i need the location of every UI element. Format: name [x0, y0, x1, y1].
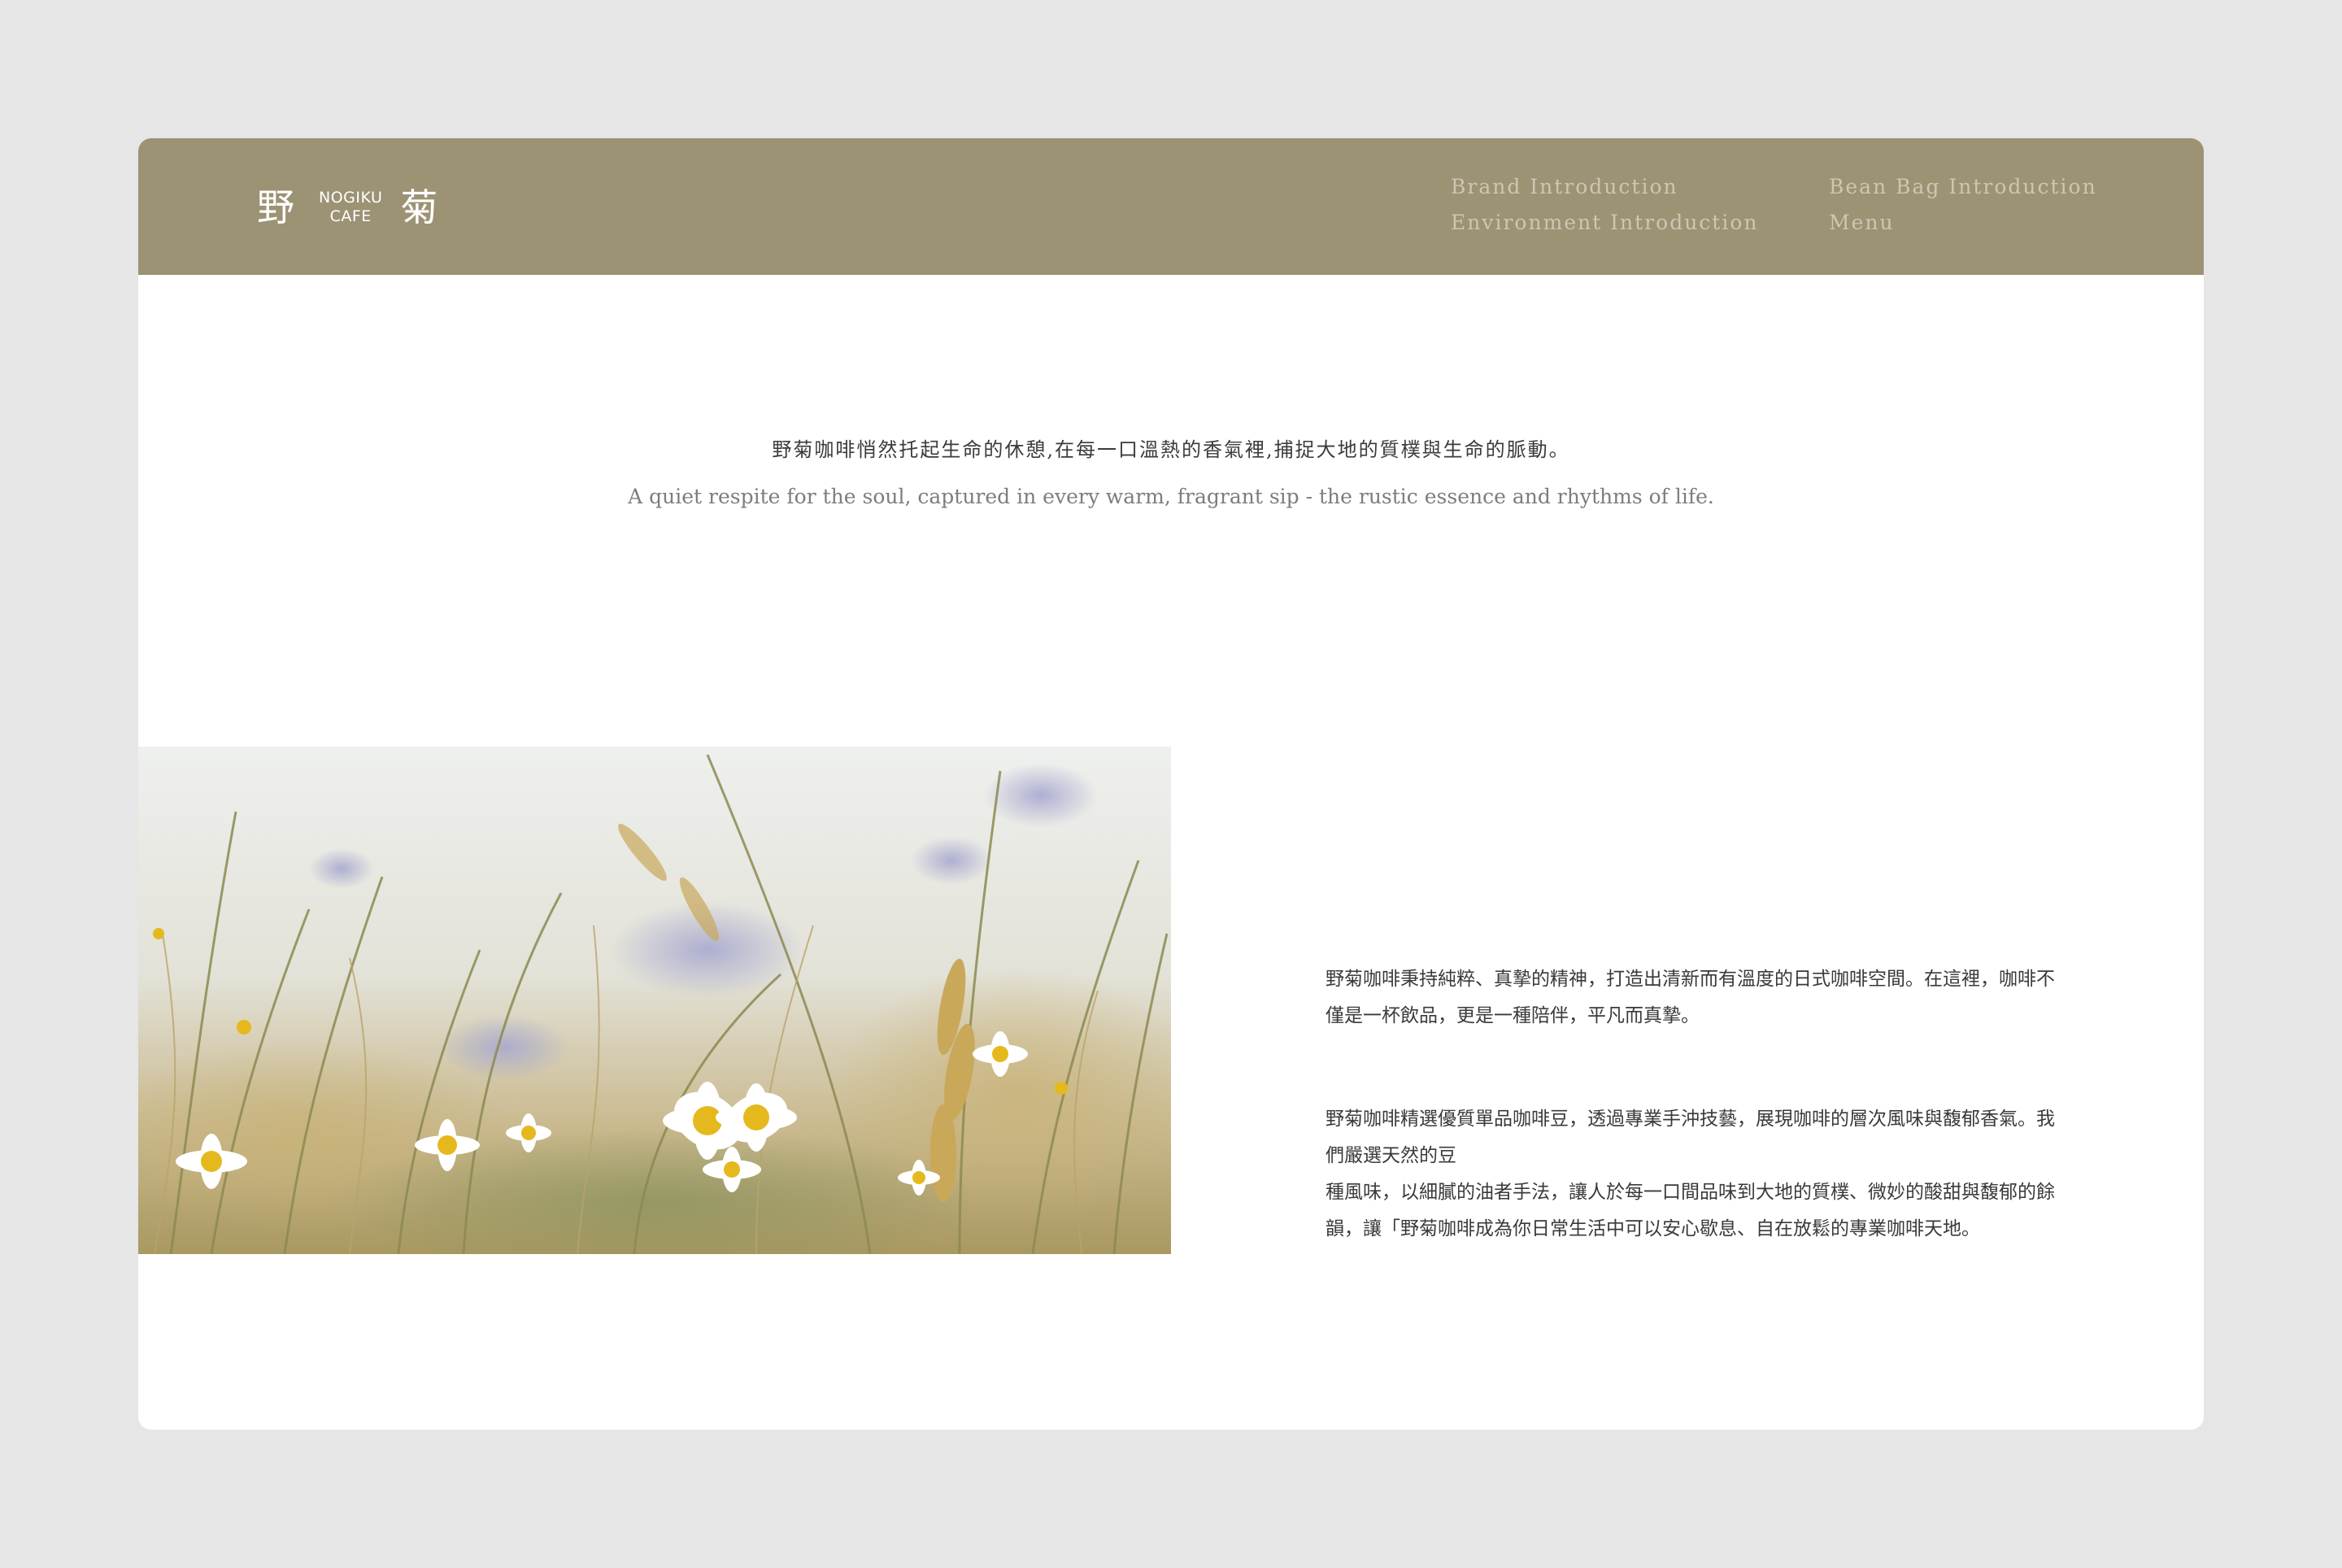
- logo-sub-line2: CAFE: [329, 207, 372, 225]
- logo-char-right: 菊: [400, 185, 438, 229]
- about-paragraph-2-line-2: 種風味，以細膩的油者手法，讓人於每一口間品味到大地的質樸、微妙的酸甜與馥郁的餘韻…: [1326, 1182, 2055, 1239]
- tagline-chinese: 野菊咖啡悄然托起生命的休憩,在每一口溫熱的香氣裡,捕捉大地的質樸與生命的脈動。: [772, 438, 1570, 461]
- brand-logo[interactable]: 野 NOGIKU CAFE 菊: [257, 179, 437, 236]
- hero-tagline: 野菊咖啡悄然托起生命的休憩,在每一口溫熱的香氣裡,捕捉大地的質樸與生命的脈動。 …: [138, 436, 2204, 511]
- nav-bean-bag-introduction[interactable]: Bean Bag Introduction: [1829, 174, 2096, 200]
- logo-sub-line1: NOGIKU: [319, 189, 383, 207]
- nav-menu[interactable]: Menu: [1829, 210, 2089, 236]
- nav-environment-introduction[interactable]: Environment Introduction: [1451, 210, 1829, 236]
- main-nav: Brand Introduction Bean Bag Introduction…: [1451, 174, 2096, 236]
- browser-page: 野 NOGIKU CAFE 菊 Brand Introduction Bean …: [138, 138, 2204, 1430]
- about-paragraph-2-line-1: 野菊咖啡精選優質單品咖啡豆，透過專業手沖技藝，展現咖啡的層次風味與馥郁香氣。我們…: [1326, 1108, 2055, 1166]
- about-paragraph-2: 野菊咖啡精選優質單品咖啡豆，透過專業手沖技藝，展現咖啡的層次風味與馥郁香氣。我們…: [1326, 1101, 2057, 1248]
- logo-char-left: 野: [257, 185, 294, 229]
- site-header: 野 NOGIKU CAFE 菊 Brand Introduction Bean …: [138, 138, 2204, 275]
- about-section: 野菊咖啡秉持純粹、真摯的精神，打造出清新而有溫度的日式咖啡空間。在這裡，咖啡不僅…: [1326, 961, 2057, 1248]
- tagline-english: A quiet respite for the soul, captured i…: [628, 485, 1714, 508]
- nav-brand-introduction[interactable]: Brand Introduction: [1451, 174, 1829, 200]
- about-paragraph-1: 野菊咖啡秉持純粹、真摯的精神，打造出清新而有溫度的日式咖啡空間。在這裡，咖啡不僅…: [1326, 969, 2055, 1026]
- logo-subtitle: NOGIKU CAFE: [319, 189, 382, 226]
- wildflower-photo: [138, 747, 1171, 1254]
